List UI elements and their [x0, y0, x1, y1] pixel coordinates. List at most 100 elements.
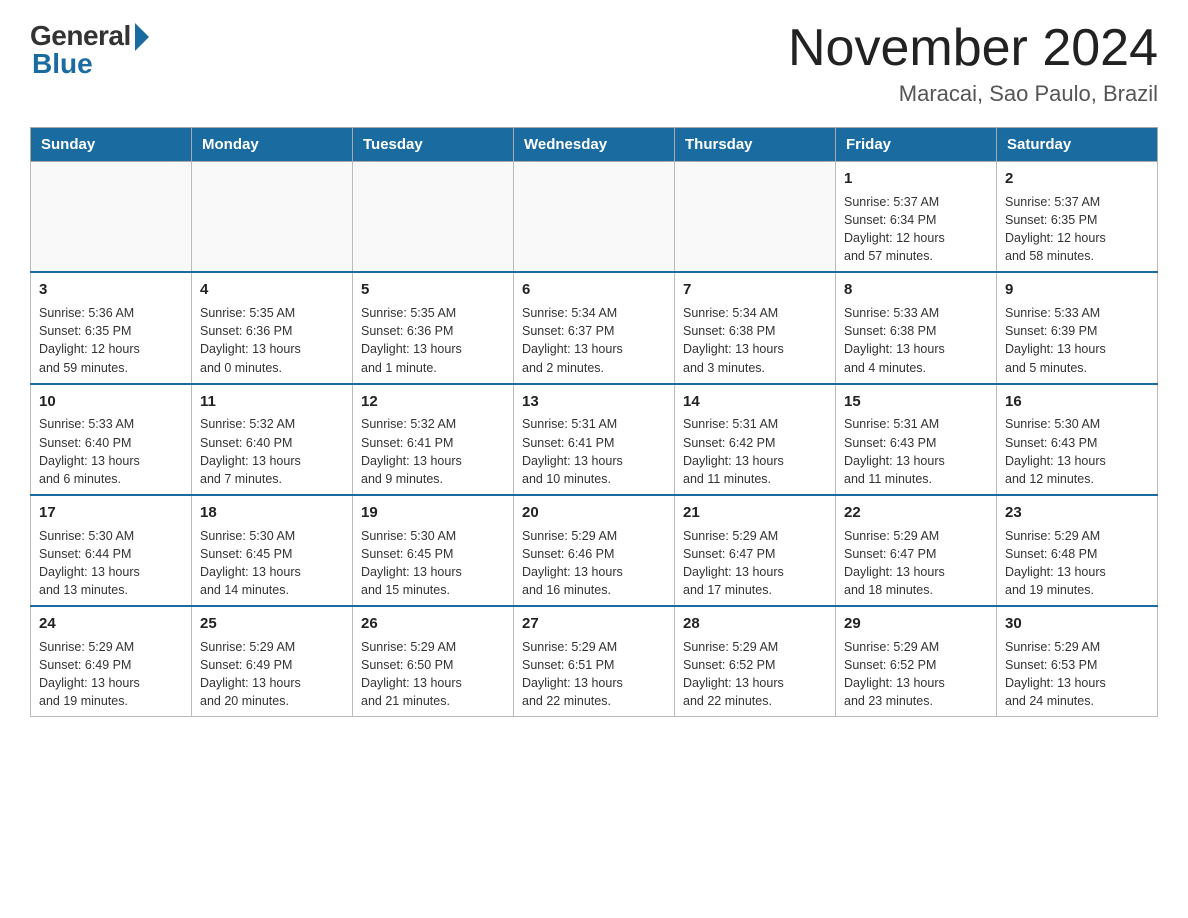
day-info: and 24 minutes.	[1005, 692, 1149, 710]
day-info: Sunset: 6:47 PM	[844, 545, 988, 563]
day-info: Daylight: 13 hours	[361, 452, 505, 470]
day-info: Daylight: 13 hours	[522, 340, 666, 358]
calendar-cell: 11Sunrise: 5:32 AMSunset: 6:40 PMDayligh…	[192, 384, 353, 495]
day-number: 29	[844, 613, 988, 635]
day-info: Daylight: 13 hours	[39, 674, 183, 692]
day-info: Sunset: 6:46 PM	[522, 545, 666, 563]
day-info: and 59 minutes.	[39, 359, 183, 377]
day-number: 25	[200, 613, 344, 635]
calendar-cell: 13Sunrise: 5:31 AMSunset: 6:41 PMDayligh…	[514, 384, 675, 495]
day-info: Sunrise: 5:29 AM	[683, 638, 827, 656]
day-info: Sunrise: 5:32 AM	[200, 415, 344, 433]
day-info: Sunset: 6:52 PM	[683, 656, 827, 674]
day-info: and 5 minutes.	[1005, 359, 1149, 377]
day-info: Sunset: 6:35 PM	[1005, 211, 1149, 229]
day-info: Sunrise: 5:30 AM	[39, 527, 183, 545]
calendar-cell: 4Sunrise: 5:35 AMSunset: 6:36 PMDaylight…	[192, 272, 353, 383]
day-number: 9	[1005, 279, 1149, 301]
day-info: and 11 minutes.	[844, 470, 988, 488]
day-info: Sunrise: 5:30 AM	[361, 527, 505, 545]
day-info: Sunset: 6:51 PM	[522, 656, 666, 674]
day-info: Sunrise: 5:33 AM	[844, 304, 988, 322]
day-info: and 12 minutes.	[1005, 470, 1149, 488]
day-info: and 1 minute.	[361, 359, 505, 377]
calendar-cell: 7Sunrise: 5:34 AMSunset: 6:38 PMDaylight…	[675, 272, 836, 383]
calendar-week-row: 17Sunrise: 5:30 AMSunset: 6:44 PMDayligh…	[31, 495, 1158, 606]
logo-arrow-icon	[135, 23, 149, 51]
day-number: 19	[361, 502, 505, 524]
calendar-cell: 8Sunrise: 5:33 AMSunset: 6:38 PMDaylight…	[836, 272, 997, 383]
calendar-cell: 16Sunrise: 5:30 AMSunset: 6:43 PMDayligh…	[997, 384, 1158, 495]
calendar-cell	[31, 162, 192, 273]
day-info: Daylight: 13 hours	[361, 674, 505, 692]
day-info: Daylight: 13 hours	[522, 563, 666, 581]
calendar-cell: 23Sunrise: 5:29 AMSunset: 6:48 PMDayligh…	[997, 495, 1158, 606]
day-info: Daylight: 13 hours	[39, 452, 183, 470]
calendar-cell: 29Sunrise: 5:29 AMSunset: 6:52 PMDayligh…	[836, 606, 997, 717]
day-info: Sunrise: 5:31 AM	[683, 415, 827, 433]
day-info: and 13 minutes.	[39, 581, 183, 599]
calendar-cell: 6Sunrise: 5:34 AMSunset: 6:37 PMDaylight…	[514, 272, 675, 383]
calendar-cell: 2Sunrise: 5:37 AMSunset: 6:35 PMDaylight…	[997, 162, 1158, 273]
day-info: and 18 minutes.	[844, 581, 988, 599]
day-info: Sunrise: 5:33 AM	[1005, 304, 1149, 322]
calendar-cell	[192, 162, 353, 273]
day-info: and 19 minutes.	[39, 692, 183, 710]
day-info: Daylight: 12 hours	[39, 340, 183, 358]
header-sunday: Sunday	[31, 128, 192, 162]
calendar-cell: 9Sunrise: 5:33 AMSunset: 6:39 PMDaylight…	[997, 272, 1158, 383]
day-info: Daylight: 13 hours	[683, 563, 827, 581]
day-number: 12	[361, 391, 505, 413]
day-info: Sunrise: 5:35 AM	[361, 304, 505, 322]
day-info: Sunrise: 5:29 AM	[844, 638, 988, 656]
day-info: Daylight: 13 hours	[522, 452, 666, 470]
day-info: Sunset: 6:45 PM	[200, 545, 344, 563]
calendar-cell: 28Sunrise: 5:29 AMSunset: 6:52 PMDayligh…	[675, 606, 836, 717]
day-info: Sunrise: 5:29 AM	[844, 527, 988, 545]
header-saturday: Saturday	[997, 128, 1158, 162]
day-info: Sunrise: 5:34 AM	[683, 304, 827, 322]
day-info: Daylight: 13 hours	[683, 452, 827, 470]
day-info: and 19 minutes.	[1005, 581, 1149, 599]
day-info: Sunset: 6:48 PM	[1005, 545, 1149, 563]
day-info: Sunset: 6:49 PM	[200, 656, 344, 674]
day-info: Daylight: 13 hours	[1005, 563, 1149, 581]
calendar-week-row: 10Sunrise: 5:33 AMSunset: 6:40 PMDayligh…	[31, 384, 1158, 495]
day-info: Sunrise: 5:29 AM	[200, 638, 344, 656]
day-number: 17	[39, 502, 183, 524]
calendar-week-row: 1Sunrise: 5:37 AMSunset: 6:34 PMDaylight…	[31, 162, 1158, 273]
calendar-cell: 15Sunrise: 5:31 AMSunset: 6:43 PMDayligh…	[836, 384, 997, 495]
calendar-cell: 20Sunrise: 5:29 AMSunset: 6:46 PMDayligh…	[514, 495, 675, 606]
day-info: Sunset: 6:36 PM	[361, 322, 505, 340]
day-info: Daylight: 13 hours	[1005, 674, 1149, 692]
page-header: General Blue November 2024 Maracai, Sao …	[30, 20, 1158, 107]
day-info: Sunset: 6:34 PM	[844, 211, 988, 229]
day-info: Daylight: 13 hours	[200, 452, 344, 470]
day-info: Sunset: 6:38 PM	[844, 322, 988, 340]
calendar-cell: 12Sunrise: 5:32 AMSunset: 6:41 PMDayligh…	[353, 384, 514, 495]
day-info: Sunset: 6:43 PM	[1005, 434, 1149, 452]
calendar-cell: 17Sunrise: 5:30 AMSunset: 6:44 PMDayligh…	[31, 495, 192, 606]
day-info: Sunrise: 5:29 AM	[39, 638, 183, 656]
day-number: 24	[39, 613, 183, 635]
day-info: Sunset: 6:44 PM	[39, 545, 183, 563]
day-number: 2	[1005, 168, 1149, 190]
page-subtitle: Maracai, Sao Paulo, Brazil	[788, 81, 1158, 107]
day-number: 7	[683, 279, 827, 301]
day-number: 23	[1005, 502, 1149, 524]
day-info: Sunset: 6:36 PM	[200, 322, 344, 340]
day-number: 21	[683, 502, 827, 524]
day-info: Sunrise: 5:31 AM	[844, 415, 988, 433]
day-info: Sunset: 6:40 PM	[39, 434, 183, 452]
calendar-header-row: Sunday Monday Tuesday Wednesday Thursday…	[31, 128, 1158, 162]
day-info: Sunrise: 5:32 AM	[361, 415, 505, 433]
day-info: Daylight: 12 hours	[844, 229, 988, 247]
calendar-week-row: 3Sunrise: 5:36 AMSunset: 6:35 PMDaylight…	[31, 272, 1158, 383]
day-info: and 22 minutes.	[683, 692, 827, 710]
day-info: and 14 minutes.	[200, 581, 344, 599]
day-info: and 16 minutes.	[522, 581, 666, 599]
calendar-cell: 27Sunrise: 5:29 AMSunset: 6:51 PMDayligh…	[514, 606, 675, 717]
day-info: Daylight: 13 hours	[522, 674, 666, 692]
day-info: and 20 minutes.	[200, 692, 344, 710]
day-number: 6	[522, 279, 666, 301]
